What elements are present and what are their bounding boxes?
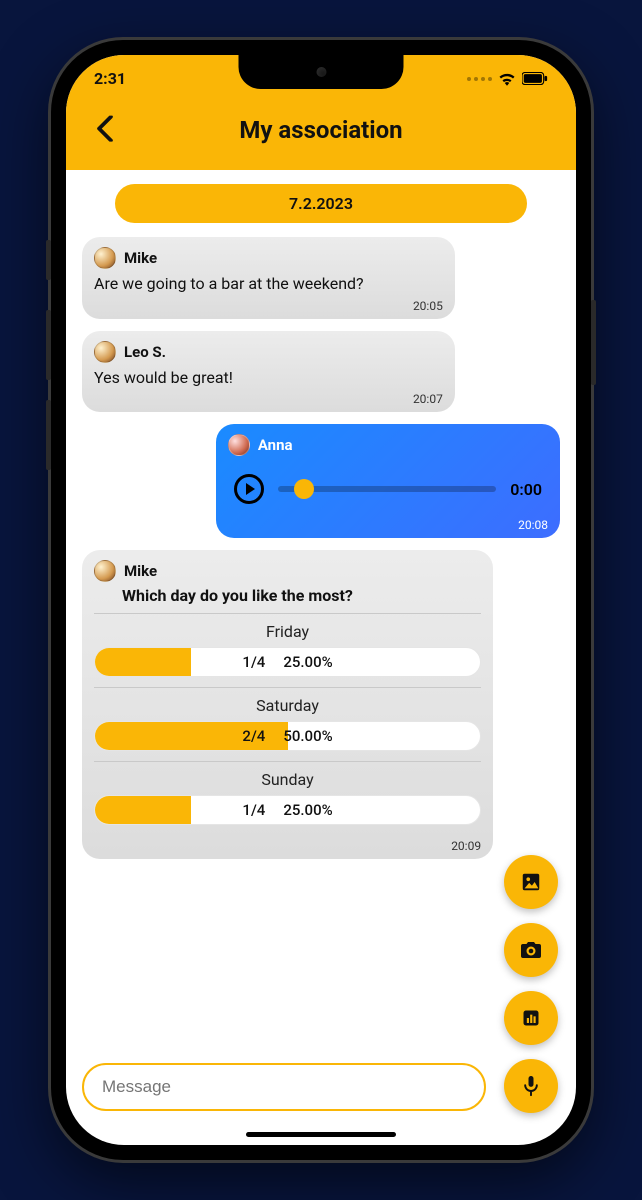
side-button — [591, 300, 596, 385]
audio-track[interactable] — [278, 486, 496, 492]
message-text: Are we going to a bar at the weekend? — [94, 273, 443, 295]
poll-count: 1/4 — [242, 801, 265, 819]
message-time: 20:09 — [94, 839, 481, 853]
sender-name: Anna — [258, 436, 293, 454]
poll-option[interactable]: Friday 1/4 25.00% — [94, 613, 481, 687]
poll-button[interactable] — [504, 991, 558, 1045]
poll-count: 2/4 — [242, 727, 265, 745]
poll-pct: 50.00% — [283, 727, 332, 745]
cellular-icon — [467, 77, 492, 81]
poll-pct: 25.00% — [283, 653, 332, 671]
chevron-left-icon — [96, 116, 114, 142]
fab-column — [504, 855, 558, 1113]
phone-frame: 2:31 My association 7.2.2023 — [51, 40, 591, 1160]
header: My association — [66, 94, 576, 170]
page-title: My association — [239, 116, 402, 144]
poll-pct: 25.00% — [283, 801, 332, 819]
side-button — [46, 240, 51, 280]
notch — [239, 55, 404, 89]
message-time: 20:07 — [94, 392, 443, 406]
message-bubble[interactable]: Leo S. Yes would be great! 20:07 — [82, 331, 455, 413]
avatar — [94, 341, 116, 363]
camera-button[interactable] — [504, 923, 558, 977]
battery-icon — [522, 72, 548, 85]
mic-icon — [521, 1074, 541, 1098]
camera-icon — [519, 938, 543, 962]
poll-option[interactable]: Saturday 2/4 50.00% — [94, 687, 481, 761]
voice-message-bubble[interactable]: Anna 0:00 20:08 — [216, 424, 560, 538]
poll-option-label: Sunday — [94, 770, 481, 789]
poll-bar: 1/4 25.00% — [94, 795, 481, 825]
audio-thumb[interactable] — [294, 479, 314, 499]
poll-bubble[interactable]: Mike Which day do you like the most? Fri… — [82, 550, 493, 859]
chart-icon — [521, 1008, 541, 1028]
wifi-icon — [498, 72, 516, 86]
poll-option-label: Saturday — [94, 696, 481, 715]
sender-name: Mike — [124, 249, 157, 267]
message-bubble[interactable]: Mike Are we going to a bar at the weeken… — [82, 237, 455, 319]
message-input[interactable] — [82, 1063, 486, 1111]
side-button — [46, 400, 51, 470]
message-text: Yes would be great! — [94, 367, 443, 389]
side-button — [46, 310, 51, 380]
avatar — [94, 560, 116, 582]
poll-count: 1/4 — [242, 653, 265, 671]
home-indicator[interactable] — [246, 1132, 396, 1137]
poll-bar: 2/4 50.00% — [94, 721, 481, 751]
gallery-button[interactable] — [504, 855, 558, 909]
avatar — [228, 434, 250, 456]
play-button[interactable] — [234, 474, 264, 504]
chat-content[interactable]: 7.2.2023 Mike Are we going to a bar at t… — [66, 170, 576, 1145]
status-time: 2:31 — [94, 69, 126, 88]
poll-question: Which day do you like the most? — [94, 586, 481, 605]
poll-option[interactable]: Sunday 1/4 25.00% — [94, 761, 481, 835]
message-time: 20:08 — [228, 518, 548, 532]
poll-bar: 1/4 25.00% — [94, 647, 481, 677]
date-chip: 7.2.2023 — [115, 184, 526, 223]
avatar — [94, 247, 116, 269]
sender-name: Leo S. — [124, 343, 166, 361]
poll-option-label: Friday — [94, 622, 481, 641]
sender-name: Mike — [124, 562, 157, 580]
audio-duration: 0:00 — [510, 480, 542, 499]
screen: 2:31 My association 7.2.2023 — [66, 55, 576, 1145]
mic-button[interactable] — [504, 1059, 558, 1113]
message-time: 20:05 — [94, 299, 443, 313]
image-icon — [520, 871, 542, 893]
back-button[interactable] — [88, 112, 122, 146]
